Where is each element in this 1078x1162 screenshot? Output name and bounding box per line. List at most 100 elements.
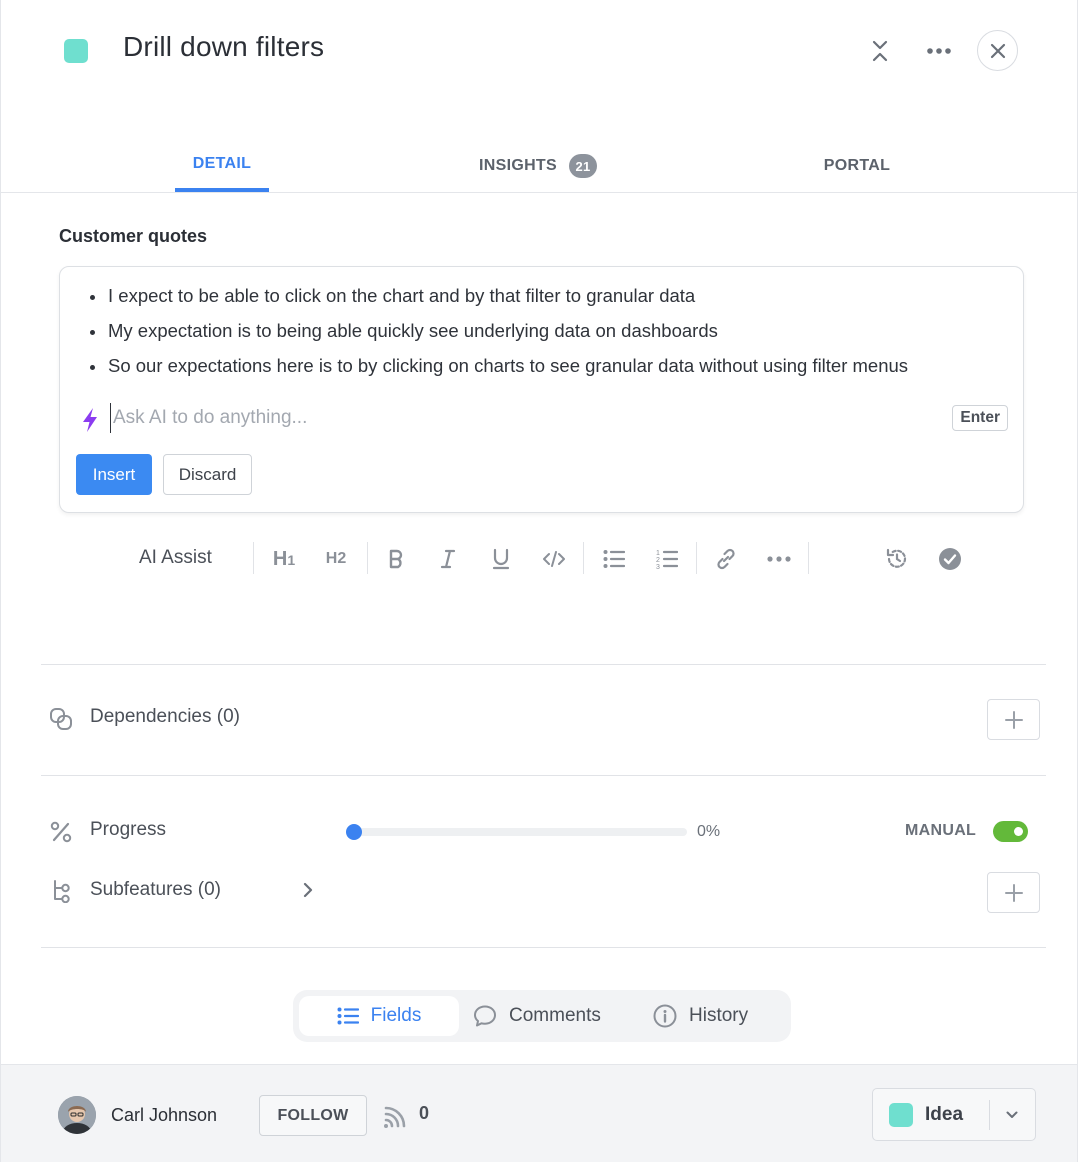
subfeatures-label: Subfeatures (0) <box>90 879 221 900</box>
section-divider <box>41 775 1046 776</box>
section-divider <box>41 947 1046 948</box>
close-icon <box>990 43 1005 58</box>
tab-portal-label: PORTAL <box>823 157 891 174</box>
manual-mode-label: MANUAL <box>905 822 977 839</box>
quote-item[interactable]: I expect to be able to click on the char… <box>88 283 908 318</box>
expand-subfeatures-button[interactable] <box>297 878 319 902</box>
ai-assist-button[interactable]: AI Assist <box>139 547 212 569</box>
version-history-button[interactable] <box>880 542 914 576</box>
code-button[interactable] <box>537 542 571 576</box>
chevron-down-icon <box>1001 1104 1023 1126</box>
progress-slider[interactable] <box>346 824 687 840</box>
collapse-button[interactable] <box>863 34 897 68</box>
svg-text:3: 3 <box>656 564 660 570</box>
feature-detail-panel: Drill down filters DETAIL INSIGHTS 21 PO… <box>0 0 1078 1162</box>
follow-button[interactable]: FOLLOW <box>259 1095 367 1136</box>
section-heading: Customer quotes <box>59 226 208 246</box>
toolbar-divider <box>367 542 368 574</box>
code-icon <box>543 551 565 567</box>
dependencies-label: Dependencies (0) <box>90 706 240 727</box>
insert-button[interactable]: Insert <box>76 454 152 495</box>
rich-text-editor[interactable]: I expect to be able to click on the char… <box>59 266 1024 513</box>
insights-count-badge: 21 <box>568 154 597 178</box>
progress-slider-handle[interactable] <box>346 824 362 840</box>
more-options-button[interactable] <box>921 34 957 68</box>
ai-prompt-input[interactable] <box>110 403 930 433</box>
plus-icon <box>1004 883 1023 902</box>
toolbar-divider <box>253 542 254 574</box>
bold-icon <box>389 549 403 569</box>
quote-item[interactable]: My expectation is to being able quickly … <box>88 318 908 353</box>
quote-item[interactable]: So our expectations here is to by clicki… <box>88 353 908 388</box>
info-icon <box>653 1004 677 1028</box>
toolbar-divider <box>583 542 584 574</box>
footer-bar: Carl Johnson FOLLOW 0 Idea <box>1 1064 1077 1162</box>
follower-count: 0 <box>419 1103 430 1123</box>
status-dropdown[interactable]: Idea <box>872 1088 1036 1141</box>
discard-button[interactable]: Discard <box>163 454 252 495</box>
save-check-button[interactable] <box>933 542 967 576</box>
tab-insights-label: INSIGHTS <box>479 157 557 174</box>
lightning-bolt-icon <box>83 408 97 432</box>
add-dependency-button[interactable] <box>987 699 1040 740</box>
bold-button[interactable] <box>379 542 413 576</box>
close-button[interactable] <box>977 30 1018 71</box>
enter-key-hint[interactable]: Enter <box>952 405 1008 431</box>
more-formatting-button[interactable] <box>762 542 796 576</box>
tab-fields-label: Fields <box>370 1005 422 1026</box>
history-icon <box>886 548 907 568</box>
collapse-icon <box>872 40 888 62</box>
toggle-knob <box>1014 827 1023 836</box>
chevron-right-icon <box>303 882 313 898</box>
dependencies-icon <box>48 706 74 732</box>
svg-text:1: 1 <box>656 550 660 557</box>
numbered-list-icon: 1 2 3 <box>656 550 678 570</box>
more-horizontal-icon <box>767 556 791 562</box>
page-title: Drill down filters <box>123 31 325 62</box>
section-divider <box>41 664 1046 665</box>
tab-bar: DETAIL INSIGHTS 21 PORTAL <box>1 140 1077 193</box>
tab-insights[interactable]: INSIGHTS 21 <box>473 140 603 192</box>
link-button[interactable] <box>709 542 743 576</box>
tab-comments[interactable]: Comments <box>473 996 601 1036</box>
toolbar-divider <box>696 542 697 574</box>
italic-icon <box>440 549 456 569</box>
underline-button[interactable] <box>484 542 518 576</box>
tab-detail-label: DETAIL <box>192 155 252 172</box>
heading2-icon: H2 <box>325 550 347 567</box>
tab-history-label: History <box>689 1005 749 1026</box>
link-icon <box>717 548 735 570</box>
tab-detail[interactable]: DETAIL <box>175 140 269 192</box>
svg-text:2: 2 <box>656 557 660 564</box>
toolbar-divider <box>808 542 809 574</box>
avatar[interactable] <box>58 1096 96 1134</box>
progress-label: Progress <box>90 819 167 840</box>
tab-fields[interactable]: Fields <box>299 996 459 1036</box>
bullet-list-button[interactable] <box>597 542 631 576</box>
ai-prompt-row: Enter <box>78 403 1008 435</box>
heading1-icon: H1 <box>272 547 296 570</box>
underline-icon <box>492 548 510 570</box>
followers-signal-icon <box>384 1106 406 1128</box>
tab-history[interactable]: History <box>653 996 748 1036</box>
check-circle-icon <box>939 548 961 570</box>
manual-progress-toggle[interactable] <box>993 821 1028 842</box>
status-color-square <box>889 1103 913 1127</box>
progress-value: 0% <box>697 823 721 840</box>
bottom-tab-switcher: Fields Comments History <box>293 990 791 1042</box>
bullet-list-icon <box>603 550 625 568</box>
quote-list: I expect to be able to click on the char… <box>88 283 908 388</box>
percent-icon <box>48 819 74 845</box>
numbered-list-button[interactable]: 1 2 3 <box>650 542 684 576</box>
italic-button[interactable] <box>431 542 465 576</box>
dropdown-divider <box>989 1100 990 1130</box>
heading1-button[interactable]: H1 <box>267 542 301 576</box>
user-name: Carl Johnson <box>111 1105 218 1125</box>
tab-portal[interactable]: PORTAL <box>813 140 901 192</box>
add-subfeature-button[interactable] <box>987 872 1040 913</box>
plus-icon <box>1004 710 1023 729</box>
tab-comments-label: Comments <box>509 1005 601 1026</box>
more-horizontal-icon <box>927 48 951 54</box>
subfeatures-icon <box>48 878 74 904</box>
heading2-button[interactable]: H2 <box>319 542 353 576</box>
